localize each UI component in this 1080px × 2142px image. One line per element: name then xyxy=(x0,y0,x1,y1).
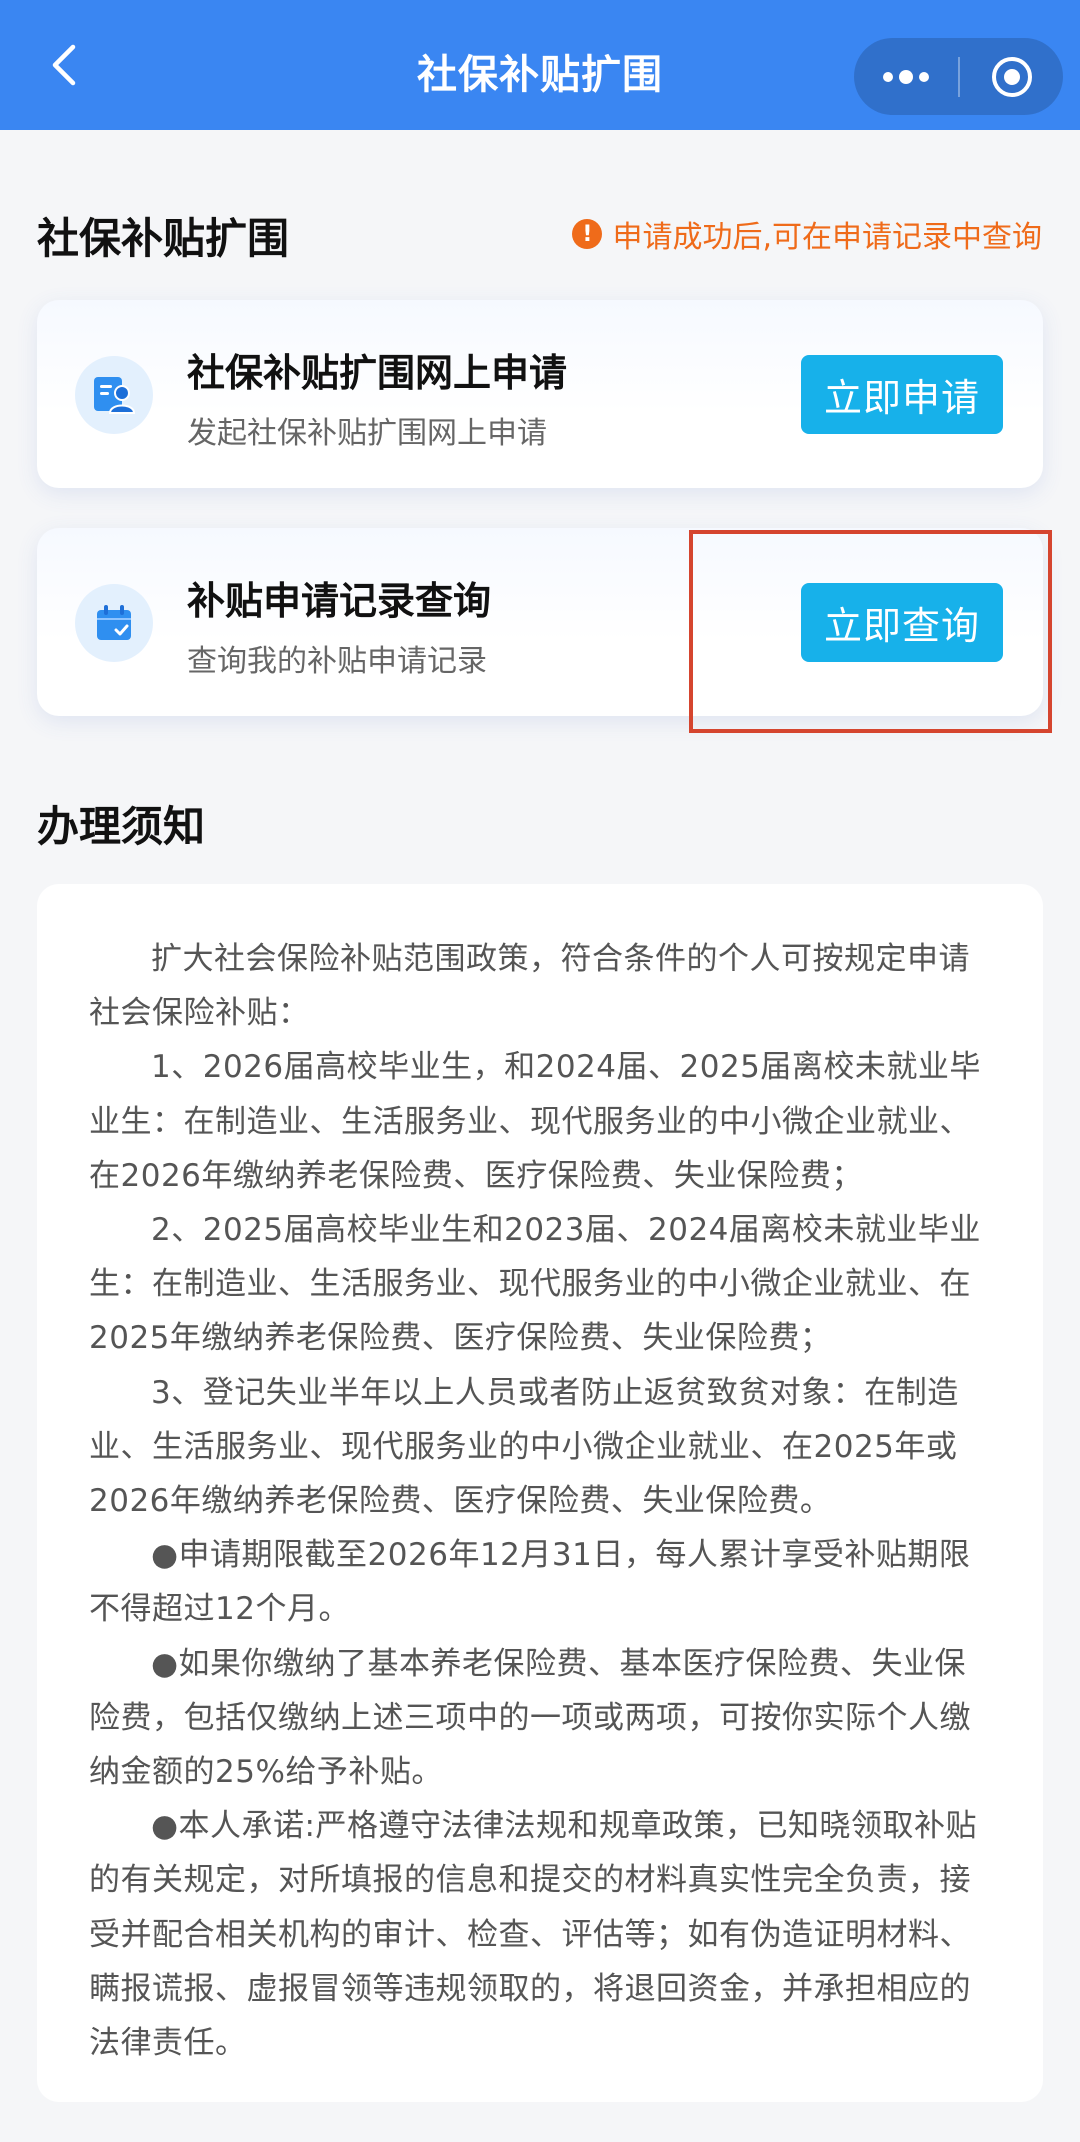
guide-paragraph-commitment: ●本人承诺:严格遵守法律法规和规章政策，已知晓领取补贴的有关规定，对所填报的信息… xyxy=(89,1808,977,2062)
guide-card: 扩大社会保险补贴范围政策，符合条件的个人可按规定申请社会保险补贴： 1、2026… xyxy=(37,884,1043,2102)
apply-card-title: 社保补贴扩围网上申请 xyxy=(187,351,568,395)
guide-paragraph-intro: 扩大社会保险补贴范围政策，符合条件的个人可按规定申请社会保险补贴： xyxy=(89,941,970,1032)
guide-paragraph-3: 3、登记失业半年以上人员或者防止返贫致贫对象：在制造业、生活服务业、现代服务业的… xyxy=(89,1374,959,1520)
target-close-icon xyxy=(991,56,1032,97)
guide-paragraph-1: 1、2026届高校毕业生，和2024届、2025届离校未就业毕业生：在制造业、生… xyxy=(89,1049,981,1194)
success-notice: ! 申请成功后,可在申请记录中查询 xyxy=(572,212,1042,256)
more-button[interactable] xyxy=(854,38,958,115)
query-card-title: 补贴申请记录查询 xyxy=(187,579,492,623)
guide-paragraph-2: 2、2025届高校毕业生和2023届、2024届离校未就业毕业生：在制造业、生活… xyxy=(89,1212,981,1357)
apply-now-button[interactable]: 立即申请 xyxy=(801,355,1003,434)
calendar-check-icon xyxy=(75,584,153,662)
apply-card-subtitle: 发起社保补贴扩围网上申请 xyxy=(187,416,547,451)
query-card-subtitle: 查询我的补贴申请记录 xyxy=(187,644,487,679)
section-title: 社保补贴扩围 xyxy=(37,214,290,263)
highlight-annotation-box xyxy=(689,530,1052,733)
apply-person-icon xyxy=(75,356,153,434)
close-mini-program-button[interactable] xyxy=(960,38,1063,115)
nav-bar: 社保补贴扩围 xyxy=(0,0,1080,130)
guide-paragraph-subsidy-rate: ●如果你缴纳了基本养老保险费、基本医疗保险费、失业保险费，包括仅缴纳上述三项中的… xyxy=(89,1645,971,1791)
more-dots-icon xyxy=(883,69,929,84)
mini-program-capsule xyxy=(854,38,1063,115)
apply-card: 社保补贴扩围网上申请 发起社保补贴扩围网上申请 立即申请 xyxy=(37,300,1043,488)
warning-icon: ! xyxy=(572,219,603,249)
guide-title: 办理须知 xyxy=(37,802,206,851)
guide-paragraph-deadline: ●申请期限截至2026年12月31日，每人累计享受补贴期限不得超过12个月。 xyxy=(89,1537,971,1628)
notice-text: 申请成功后,可在申请记录中查询 xyxy=(612,220,1042,255)
